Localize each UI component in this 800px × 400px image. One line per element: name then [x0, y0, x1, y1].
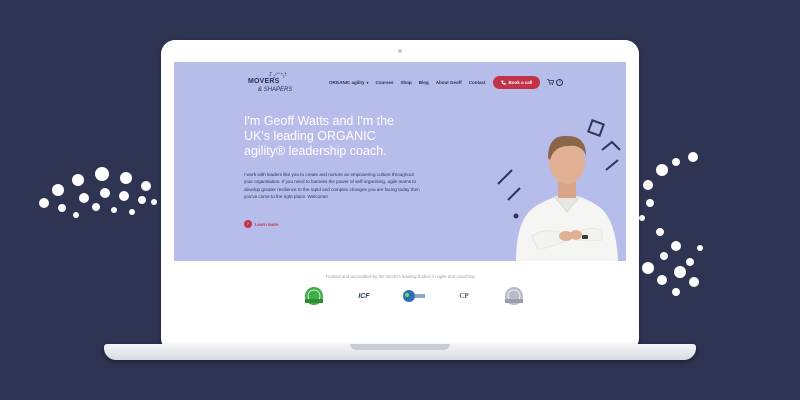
hero-headline: I'm Geoff Watts and I'm the UK's leading…: [244, 114, 394, 158]
cart-button[interactable]: 0: [547, 78, 564, 86]
coach-portrait-image: [497, 119, 621, 261]
nav-item-about[interactable]: About Geoff: [436, 80, 462, 85]
hero-body-text: I work with leaders like you to create a…: [244, 172, 420, 200]
cp-badge-label: CP: [459, 292, 469, 300]
trust-statement: Trusted and accredited by the World's le…: [325, 274, 475, 279]
learn-more-label: Learn more: [255, 221, 279, 227]
hero-section: MOVERS & SHAPERS ORGANIC agility ▾ Course…: [174, 62, 626, 261]
learn-more-link[interactable]: › Learn more: [244, 220, 278, 228]
book-call-label: Book a call: [508, 79, 533, 85]
green-seal-icon: [305, 287, 323, 305]
nav-item-organic-agility[interactable]: ORGANIC agility ▾: [329, 80, 369, 85]
blue-globe-icon: [403, 290, 425, 302]
laptop-base: [104, 344, 696, 360]
site-logo[interactable]: MOVERS & SHAPERS: [246, 67, 296, 98]
arrow-right-icon: ›: [244, 220, 252, 228]
laptop-screen: MOVERS & SHAPERS ORGANIC agility ▾ Course…: [174, 62, 626, 340]
webcam-dot: [398, 49, 402, 53]
book-call-button[interactable]: Book a call: [492, 75, 541, 89]
chevron-down-icon: ▾: [366, 79, 369, 85]
main-nav: ORGANIC agility ▾ Courses Shop Blog About…: [329, 75, 564, 89]
accreditation-badge-cp: CP: [450, 286, 478, 306]
nav-item-label: ORGANIC agility: [329, 79, 365, 85]
nav-item-courses[interactable]: Courses: [376, 80, 394, 85]
nav-item-shop[interactable]: Shop: [401, 80, 412, 85]
phone-icon: [500, 80, 506, 85]
nav-item-contact[interactable]: Contact: [469, 80, 486, 85]
accreditation-badge-icf: ICF: [350, 286, 378, 306]
icf-badge-label: ICF: [358, 292, 370, 300]
silver-seal-icon: [505, 287, 523, 305]
laptop-base-notch: [350, 344, 450, 350]
logo-text-line2: & SHAPERS: [258, 87, 293, 93]
accreditation-badge-blue: [400, 286, 428, 306]
logo-text-line1: MOVERS: [248, 78, 280, 85]
accreditation-badge-silver: [500, 286, 528, 306]
logo-swirl-icon: [269, 67, 287, 79]
cart-icon: [547, 79, 555, 85]
accreditation-badges: ICF CP: [300, 286, 528, 306]
cart-count-badge: 0: [556, 78, 564, 86]
accreditation-badge-green: [300, 286, 328, 306]
nav-item-blog[interactable]: Blog: [419, 80, 429, 85]
